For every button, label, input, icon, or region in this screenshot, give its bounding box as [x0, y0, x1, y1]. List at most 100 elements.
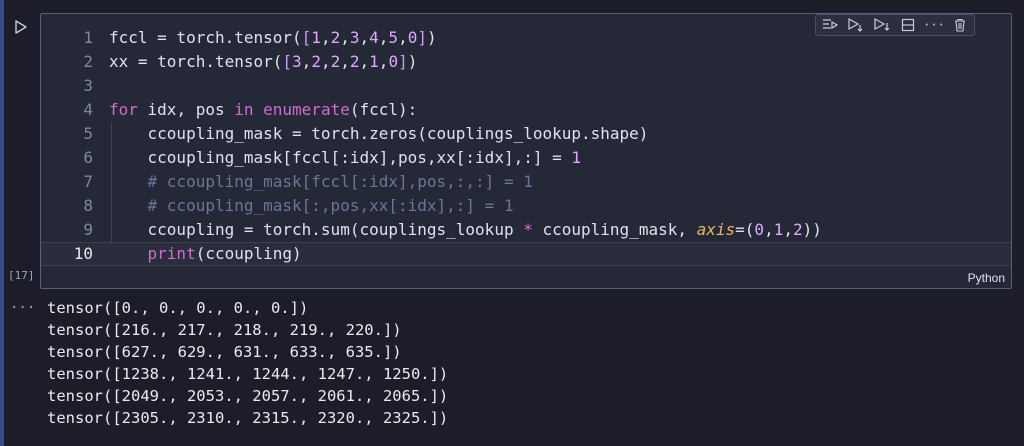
output-line: tensor([627., 629., 631., 633., 635.])	[47, 343, 402, 361]
code-token: 4	[369, 28, 379, 47]
code-token: ccoupling_mask,	[532, 220, 697, 239]
code-line[interactable]: 10 print(ccoupling)	[41, 242, 1011, 266]
code-token: ))	[802, 220, 822, 239]
code-token: ,	[320, 52, 331, 71]
execute-cell-and-below-button[interactable]	[848, 17, 864, 33]
play-icon	[15, 20, 27, 34]
line-source: for idx, pos in enumerate(fccl):	[109, 98, 417, 122]
output-line: tensor([2049., 2053., 2057., 2061., 2065…	[47, 387, 449, 405]
code-line[interactable]: 7 # ccoupling_mask[fccl[:idx],pos,:,:] =…	[41, 170, 1011, 194]
output-line: tensor([216., 217., 218., 219., 220.])	[47, 321, 402, 339]
language-indicator[interactable]: Python	[968, 271, 1005, 285]
line-source: fccl = torch.tensor([1,2,3,4,5,0])	[109, 26, 437, 50]
code-token: axis	[696, 220, 736, 239]
code-token: fccl = torch.tensor(	[109, 28, 302, 47]
code-token: 5	[388, 28, 399, 47]
line-number: 8	[83, 196, 93, 215]
line-source: # ccoupling_mask[:,pos,xx[:idx],:] = 1	[109, 194, 514, 218]
code-token: ccoupling_mask = torch.zeros(couplings_l…	[109, 124, 649, 143]
line-number: 7	[83, 172, 93, 191]
code-token: print	[147, 244, 196, 263]
code-token: *	[523, 220, 533, 239]
line-source: # ccoupling_mask[fccl[:idx],pos,:,:] = 1	[109, 170, 533, 194]
code-token: ,	[359, 28, 370, 47]
code-token: ,	[764, 220, 774, 239]
code-token: 0	[407, 28, 418, 47]
code-token: =(	[735, 220, 755, 239]
more-actions-button[interactable]: ···	[923, 17, 945, 33]
code-token: )	[407, 52, 418, 71]
line-number: 1	[83, 28, 93, 47]
code-line[interactable]: 9 ccoupling = torch.sum(couplings_lookup…	[41, 218, 1011, 242]
code-token: 2	[330, 28, 341, 47]
code-line[interactable]: 4 for idx, pos in enumerate(fccl):	[41, 98, 1011, 122]
code-token: in	[234, 100, 254, 119]
split-cell-button[interactable]	[900, 17, 916, 33]
code-token: )	[426, 28, 437, 47]
code-token: xx = torch.tensor(	[109, 52, 283, 71]
code-token: [	[301, 28, 312, 47]
line-number: 10	[73, 244, 93, 263]
code-token: 2	[792, 220, 803, 239]
code-token: ,	[301, 52, 312, 71]
code-line[interactable]: 6 ccoupling_mask[fccl[:idx],pos,xx[:idx]…	[41, 146, 1011, 170]
execute-above-button[interactable]	[822, 17, 838, 33]
code-token: 1	[369, 52, 379, 71]
code-token: (ccoupling)	[195, 244, 302, 263]
code-token: # ccoupling_mask[fccl[:idx],pos,:,:] = 1	[109, 172, 533, 191]
output-line: tensor([1238., 1241., 1244., 1247., 1250…	[47, 365, 449, 383]
code-line[interactable]: 8 # ccoupling_mask[:,pos,xx[:idx],:] = 1	[41, 194, 1011, 218]
execute-below-button[interactable]	[874, 17, 890, 33]
code-token: 0	[388, 52, 399, 71]
run-cell-button[interactable]	[12, 18, 30, 36]
line-number: 2	[83, 52, 93, 71]
line-number: 5	[83, 124, 93, 143]
line-number: 4	[83, 100, 93, 119]
code-token: for	[109, 100, 138, 119]
code-token: ,	[340, 28, 350, 47]
code-token: ,	[378, 28, 389, 47]
line-number: 3	[83, 76, 93, 95]
code-token: ccoupling = torch.sum(couplings_lookup	[109, 220, 524, 239]
cell-focus-indicator	[0, 0, 4, 446]
code-token: ,	[359, 52, 370, 71]
code-token: 2	[311, 52, 321, 71]
code-cell[interactable]: ··· 1 fccl = torch.tensor([1,2,3,4,5,0]) 2…	[40, 13, 1012, 289]
output-line: tensor([0., 0., 0., 0., 0.])	[47, 299, 309, 317]
line-source: ccoupling_mask[fccl[:idx],pos,xx[:idx],:…	[109, 146, 581, 170]
line-source: ccoupling_mask = torch.zeros(couplings_l…	[109, 122, 649, 146]
code-line[interactable]: 2 xx = torch.tensor([3,2,2,2,1,0])	[41, 50, 1011, 74]
code-token: enumerate	[263, 100, 350, 119]
code-token: ,	[398, 28, 408, 47]
code-token: ,	[783, 220, 793, 239]
execution-count: [17]	[8, 269, 35, 282]
delete-cell-button[interactable]	[952, 17, 968, 33]
output-more-menu[interactable]: ...	[10, 296, 35, 312]
code-line[interactable]: 3	[41, 74, 1011, 98]
code-token: 2	[330, 52, 341, 71]
execute-cell-below-icon	[848, 18, 863, 32]
code-token: 2	[349, 52, 360, 71]
line-source: xx = torch.tensor([3,2,2,2,1,0])	[109, 50, 417, 74]
code-token: ,	[320, 28, 331, 47]
code-line[interactable]: 5 ccoupling_mask = torch.zeros(couplings…	[41, 122, 1011, 146]
notebook-page: [17] ··· 1 fccl = torch.tensor([1,2,3,4,…	[0, 0, 1024, 446]
code-token: 1	[311, 28, 321, 47]
line-source: print(ccoupling)	[109, 243, 302, 265]
more-actions-icon: ···	[923, 18, 945, 32]
line-number: 9	[83, 220, 93, 239]
code-token: idx, pos	[137, 100, 235, 119]
code-token: 3	[292, 52, 302, 71]
code-token: # ccoupling_mask[:,pos,xx[:idx],:] = 1	[109, 196, 514, 215]
line-number: 6	[83, 148, 93, 167]
code-token: ,	[378, 52, 389, 71]
code-editor[interactable]: 1 fccl = torch.tensor([1,2,3,4,5,0]) 2 xx =…	[41, 26, 1011, 266]
cell-toolbar: ···	[815, 14, 975, 36]
delete-cell-icon	[955, 18, 965, 32]
cell-output: tensor([0., 0., 0., 0., 0.]) tensor([216.…	[47, 297, 448, 429]
code-token: [	[282, 52, 293, 71]
code-token: 1	[571, 148, 582, 167]
code-token: 1	[773, 220, 784, 239]
